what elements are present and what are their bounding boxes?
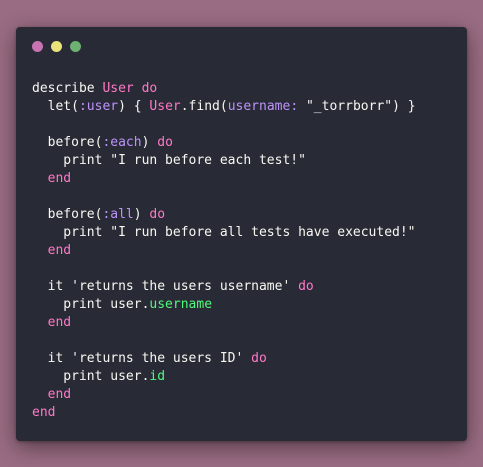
code-token: username:: [227, 99, 299, 114]
code-token: let(: [32, 99, 79, 114]
maximize-dot-icon[interactable]: [70, 41, 81, 52]
code-token: "_torrborr") }: [298, 99, 416, 114]
code-token: before(: [32, 207, 103, 222]
code-line: it 'returns the users username' do: [32, 278, 416, 296]
code-line: end: [32, 314, 416, 332]
code-token: ) {: [118, 99, 150, 114]
code-token: :user: [78, 99, 119, 114]
code-token: print user.: [32, 369, 150, 384]
close-dot-icon[interactable]: [32, 41, 43, 52]
minimize-dot-icon[interactable]: [51, 41, 62, 52]
code-token: before(: [32, 135, 103, 150]
code-line: print "I run before all tests have execu…: [32, 224, 416, 242]
code-line: end: [32, 242, 416, 260]
code-token: id: [149, 369, 166, 384]
code-line: before(:all) do: [32, 206, 416, 224]
window-controls: [32, 41, 81, 52]
code-token: :all: [102, 207, 134, 222]
code-token: end: [32, 387, 72, 402]
code-token: ): [133, 207, 150, 222]
code-token: print "I run before each test!": [32, 153, 306, 168]
code-line: end: [32, 386, 416, 404]
code-token: do: [157, 135, 173, 150]
code-block: describe User do let(:user) { User.find(…: [32, 80, 416, 422]
code-token: do: [298, 279, 314, 294]
code-line: end: [32, 404, 416, 422]
code-line: print "I run before each test!": [32, 152, 416, 170]
code-token: print user.: [32, 297, 150, 312]
code-token: do: [141, 81, 158, 96]
code-token: ): [141, 135, 158, 150]
code-token: .find(: [180, 99, 228, 114]
code-line: before(:each) do: [32, 134, 416, 152]
code-line: describe User do: [32, 80, 416, 98]
code-token: print "I run before all tests have execu…: [32, 225, 416, 240]
code-line: it 'returns the users ID' do: [32, 350, 416, 368]
code-token: do: [149, 207, 166, 222]
code-window: describe User do let(:user) { User.find(…: [16, 27, 467, 441]
code-token: do: [251, 351, 267, 366]
code-token: User: [149, 99, 181, 114]
code-line: let(:user) { User.find(username: "_torrb…: [32, 98, 416, 116]
code-token: end: [32, 315, 72, 330]
code-line: print user.id: [32, 368, 416, 386]
code-token: it 'returns the users username': [32, 279, 299, 294]
code-token: User: [102, 81, 134, 96]
code-line: end: [32, 170, 416, 188]
code-line: print user.username: [32, 296, 416, 314]
code-token: it 'returns the users ID': [32, 351, 252, 366]
code-token: :each: [102, 135, 142, 150]
code-token: end: [32, 171, 72, 186]
code-token: end: [32, 405, 56, 420]
code-token: end: [32, 243, 72, 258]
code-token: describe: [32, 81, 103, 96]
code-token: username: [149, 297, 213, 312]
